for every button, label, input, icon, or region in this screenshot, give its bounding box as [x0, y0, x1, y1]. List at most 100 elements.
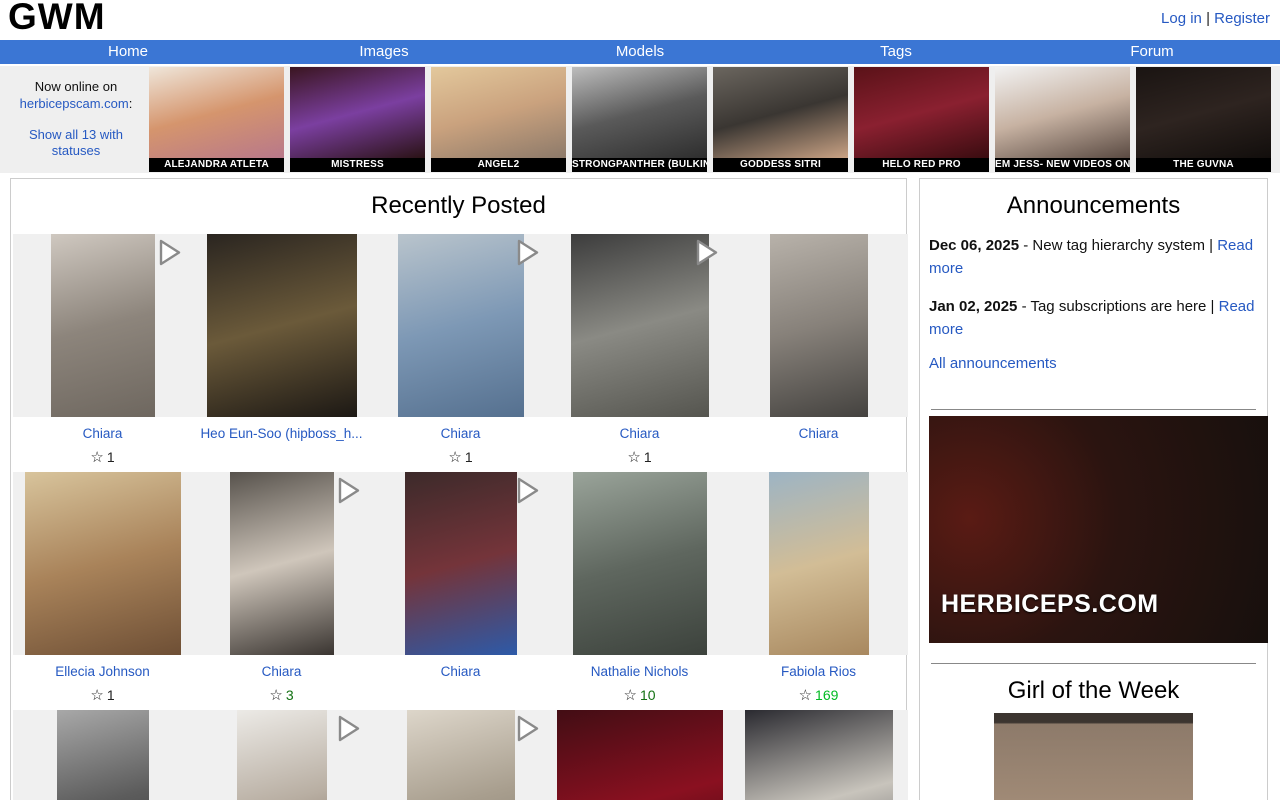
star-icon: ☆ [90, 449, 103, 466]
post-photo[interactable] [571, 234, 709, 417]
model-name-link[interactable]: Chiara [620, 426, 660, 441]
post-thumb [371, 710, 550, 800]
model-name-link[interactable]: Ellecia Johnson [55, 664, 150, 679]
post-photo[interactable] [407, 710, 515, 800]
nav-item[interactable]: Home [0, 40, 256, 64]
post-photo[interactable] [745, 710, 893, 800]
site-logo[interactable]: GWM [8, 0, 106, 38]
online-model-thumb[interactable]: THE GUVNA [1136, 67, 1271, 172]
online-model-thumb[interactable]: ALEJANDRA ATLETA [149, 67, 284, 172]
online-model-thumb[interactable]: ANGEL2 [431, 67, 566, 172]
play-icon [335, 475, 362, 506]
star-count: 1 [465, 449, 473, 465]
post-card [729, 710, 908, 800]
star-row [729, 448, 908, 466]
model-name-link[interactable]: Heo Eun-Soo (hipboss_h... [200, 426, 362, 441]
post-photo[interactable] [237, 710, 327, 800]
online-model-name: STRONGPANTHER (BULKIN [572, 158, 707, 172]
model-name-link[interactable]: Chiara [441, 664, 481, 679]
post-thumb [729, 710, 908, 800]
online-model-photo[interactable] [713, 67, 848, 158]
star-row: ☆1 [550, 448, 729, 466]
girl-of-week-photo[interactable] [994, 713, 1193, 800]
post-card: Nathalie Nichols ☆10 [550, 472, 729, 704]
online-model-photo[interactable] [854, 67, 989, 158]
herbiceps-ad-banner[interactable]: HERBICEPS.COM [929, 416, 1268, 643]
post-photo[interactable] [573, 472, 707, 655]
online-model-thumb[interactable]: HELO RED PRO [854, 67, 989, 172]
online-model-photo[interactable] [149, 67, 284, 158]
sidebar: Announcements Dec 06, 2025 - New tag hie… [919, 178, 1268, 800]
online-thumbs: ALEJANDRA ATLETA MISTRESS ANGEL2 STRONGP… [149, 67, 1271, 172]
post-card [192, 710, 371, 800]
post-photo[interactable] [769, 472, 869, 655]
online-model-thumb[interactable]: STRONGPANTHER (BULKIN [572, 67, 707, 172]
play-icon [335, 713, 362, 744]
announcement-text: - New tag hierarchy system | [1019, 237, 1217, 254]
post-card: Chiara ☆1 [550, 234, 729, 466]
post-thumb [13, 472, 192, 655]
play-icon [693, 237, 720, 268]
post-photo[interactable] [51, 234, 155, 417]
online-strip-info: Now online on herbicepscam.com: Show all… [3, 79, 149, 161]
model-name-link[interactable]: Chiara [262, 664, 302, 679]
online-model-thumb[interactable]: GODDESS SITRI [713, 67, 848, 172]
online-model-thumb[interactable]: MISTRESS [290, 67, 425, 172]
post-thumb [192, 472, 371, 655]
post-card: Chiara [729, 234, 908, 466]
nav-item[interactable]: Images [256, 40, 512, 64]
star-count: 1 [107, 449, 115, 465]
nav-item[interactable]: Models [512, 40, 768, 64]
post-thumb [192, 710, 371, 800]
sidebar-divider [931, 663, 1256, 664]
post-card: Chiara ☆1 [371, 234, 550, 466]
star-icon: ☆ [90, 687, 103, 704]
post-card: Chiara ☆3 [192, 472, 371, 704]
model-name-link[interactable]: Chiara [83, 426, 123, 441]
online-model-photo[interactable] [995, 67, 1130, 158]
nav-item[interactable]: Tags [768, 40, 1024, 64]
model-name-link[interactable]: Nathalie Nichols [591, 664, 689, 679]
play-icon [514, 713, 541, 744]
model-name-link[interactable]: Chiara [441, 426, 481, 441]
show-all-statuses-link[interactable]: Show all 13 with statuses [29, 127, 123, 159]
star-row: ☆169 [729, 686, 908, 704]
announcement-text: - Tag subscriptions are here | [1017, 298, 1218, 315]
post-thumb [192, 234, 371, 417]
star-row: ☆1 [371, 448, 550, 466]
online-model-name: HELO RED PRO [854, 158, 989, 172]
online-model-thumb[interactable]: EM JESS- NEW VIDEOS ON [995, 67, 1130, 172]
all-announcements-link[interactable]: All announcements [929, 355, 1057, 372]
post-photo[interactable] [398, 234, 524, 417]
post-photo[interactable] [557, 710, 723, 800]
star-icon: ☆ [623, 687, 636, 704]
post-photo[interactable] [770, 234, 868, 417]
post-photo[interactable] [57, 710, 149, 800]
post-photo[interactable] [25, 472, 181, 655]
announcements-title: Announcements [929, 192, 1258, 220]
post-card [371, 710, 550, 800]
online-model-photo[interactable] [572, 67, 707, 158]
star-row: ☆3 [192, 686, 371, 704]
login-link[interactable]: Log in [1161, 10, 1202, 27]
post-photo[interactable] [405, 472, 517, 655]
post-card: Chiara ☆1 [13, 234, 192, 466]
star-icon: ☆ [269, 687, 282, 704]
herbicepscam-link[interactable]: herbicepscam.com [20, 96, 129, 111]
online-model-photo[interactable] [290, 67, 425, 158]
post-photo[interactable] [207, 234, 357, 417]
girl-of-week-title: Girl of the Week [929, 677, 1258, 705]
register-link[interactable]: Register [1214, 10, 1270, 27]
star-row [371, 686, 550, 704]
online-model-photo[interactable] [1136, 67, 1271, 158]
recently-posted-panel: Recently Posted Chiara ☆1 Heo Eun-Soo (h… [10, 178, 907, 800]
announcement-item: Dec 06, 2025 - New tag hierarchy system … [929, 234, 1258, 281]
post-photo[interactable] [230, 472, 334, 655]
play-icon [514, 475, 541, 506]
image-grid: Chiara ☆1 Heo Eun-Soo (hipboss_h... Chia… [11, 234, 906, 800]
model-name-link[interactable]: Fabiola Rios [781, 664, 856, 679]
nav-item[interactable]: Forum [1024, 40, 1280, 64]
online-model-photo[interactable] [431, 67, 566, 158]
model-name-link[interactable]: Chiara [799, 426, 839, 441]
announcement-item: Jan 02, 2025 - Tag subscriptions are her… [929, 295, 1258, 342]
